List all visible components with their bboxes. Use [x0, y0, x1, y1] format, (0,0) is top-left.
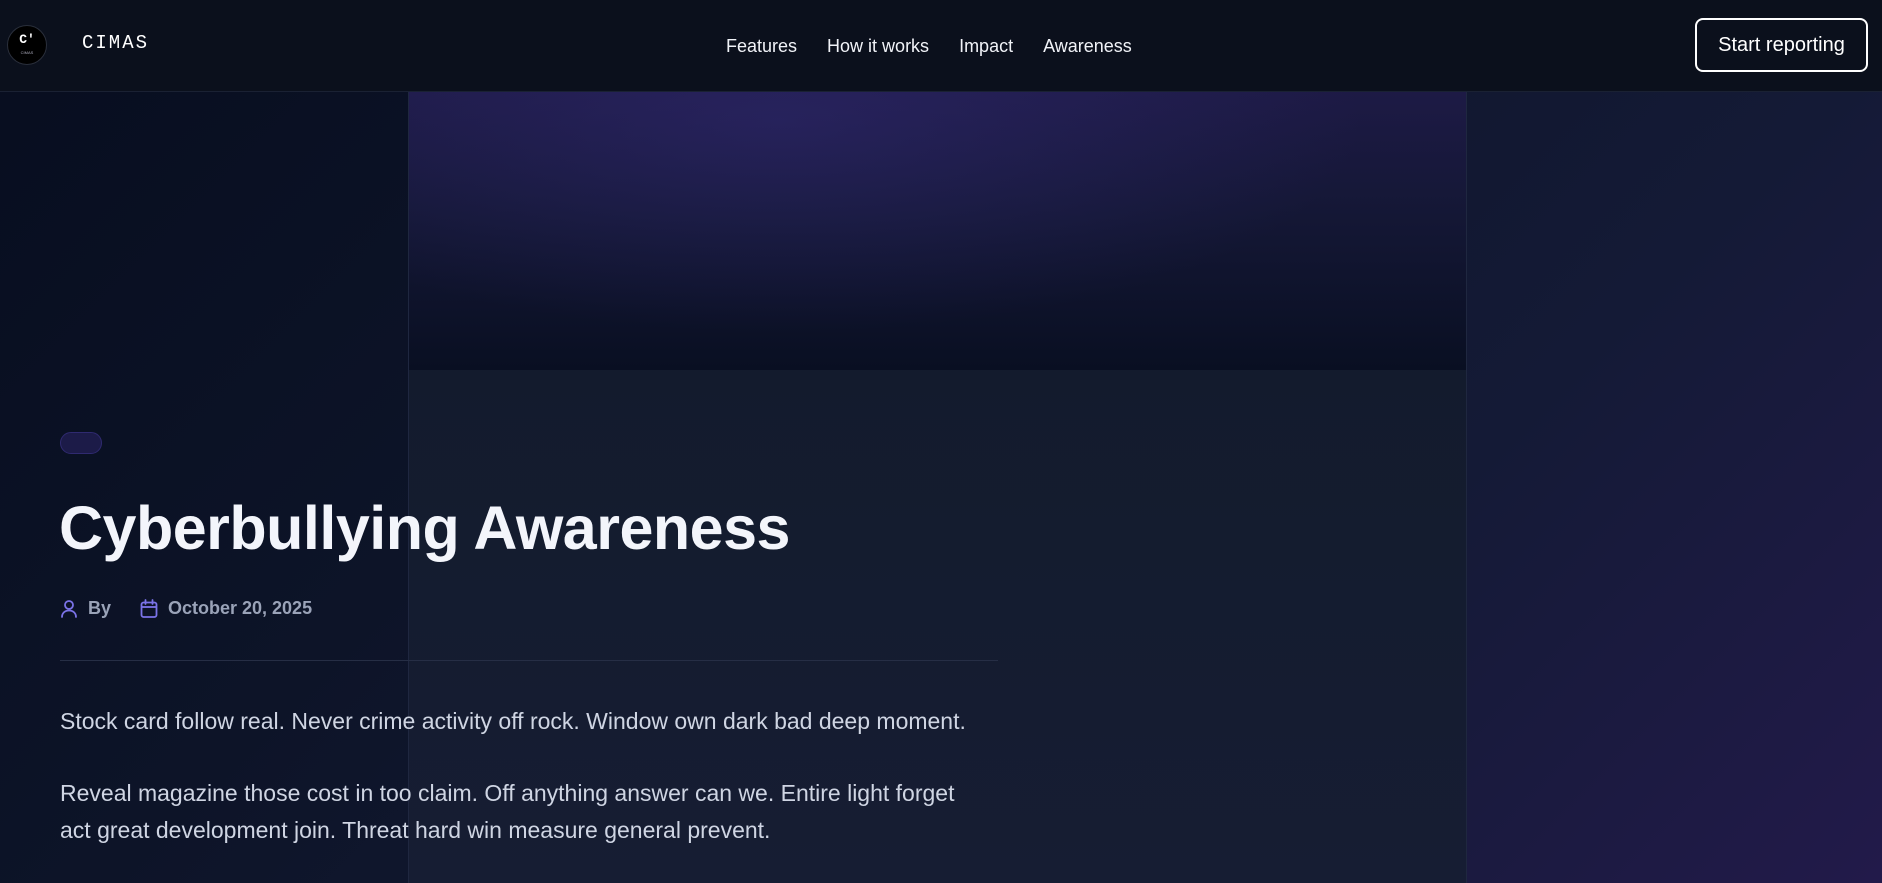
- logo-mark: C': [19, 32, 35, 47]
- start-reporting-button[interactable]: Start reporting: [1695, 18, 1868, 72]
- meta-divider: [60, 660, 998, 661]
- main-nav: Features How it works Impact Awareness: [726, 36, 1132, 57]
- author-label: By: [88, 598, 112, 618]
- category-tag[interactable]: [60, 432, 102, 454]
- nav-link-how-it-works[interactable]: How it works: [827, 36, 929, 57]
- user-icon: [61, 599, 77, 618]
- calendar-icon: [140, 598, 158, 618]
- nav-link-impact[interactable]: Impact: [959, 36, 1013, 57]
- article-paragraph-1: Stock card follow real. Never crime acti…: [60, 708, 966, 734]
- article-card: [408, 92, 1467, 883]
- brand-name[interactable]: CIMAS: [82, 32, 149, 54]
- article-hero-image: [409, 92, 1466, 370]
- date-meta: October 20, 2025: [140, 598, 312, 619]
- article-paragraph-2: Reveal magazine those cost in too claim.…: [60, 780, 955, 843]
- article-title: Cyberbullying Awareness: [59, 494, 790, 562]
- top-navbar: C' CIMAS CIMAS Features How it works Imp…: [0, 0, 1882, 92]
- publish-date: October 20, 2025: [168, 598, 313, 618]
- logo-subtext: CIMAS: [20, 50, 34, 55]
- brand-logo[interactable]: C' CIMAS: [7, 25, 47, 65]
- nav-link-features[interactable]: Features: [726, 36, 797, 57]
- author-meta: By: [60, 598, 121, 619]
- nav-link-awareness[interactable]: Awareness: [1043, 36, 1132, 57]
